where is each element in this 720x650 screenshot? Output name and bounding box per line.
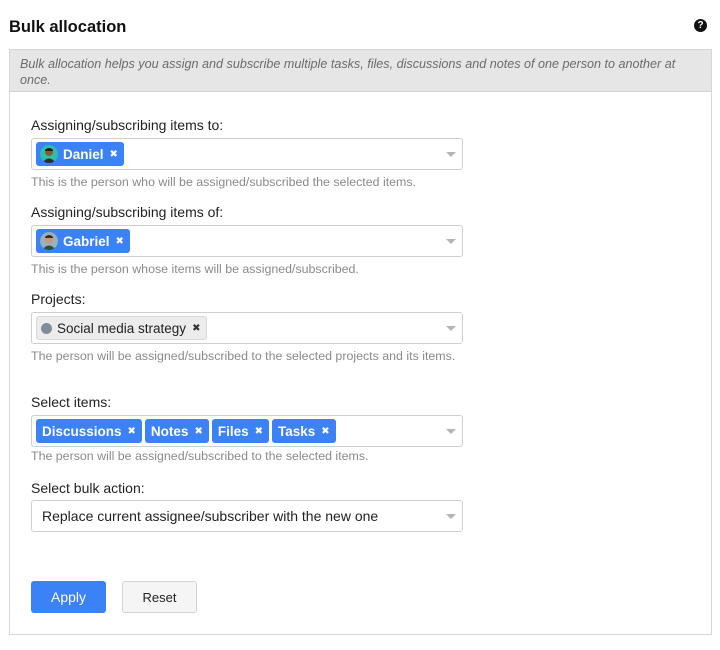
chevron-down-icon bbox=[446, 429, 456, 434]
reset-button[interactable]: Reset bbox=[122, 581, 197, 613]
chip-discussions: Discussions ✖ bbox=[36, 419, 142, 443]
chip-label: Social media strategy bbox=[57, 320, 187, 336]
chip-project: Social media strategy ✖ bbox=[36, 316, 208, 340]
remove-icon[interactable]: ✖ bbox=[192, 323, 200, 334]
assign-of-help: This is the person whose items will be a… bbox=[31, 262, 359, 276]
items-label: Select items: bbox=[31, 394, 112, 410]
chip-tasks: Tasks ✖ bbox=[271, 419, 336, 443]
chip-label: Discussions bbox=[42, 423, 122, 439]
bulk-allocation-panel: Bulk allocation helps you assign and sub… bbox=[9, 49, 712, 635]
avatar-gabriel-icon bbox=[40, 232, 58, 250]
assign-to-help: This is the person who will be assigned/… bbox=[31, 175, 416, 189]
info-banner: Bulk allocation helps you assign and sub… bbox=[10, 50, 711, 92]
chip-gabriel: Gabriel ✖ bbox=[36, 229, 130, 253]
projects-select[interactable]: Social media strategy ✖ bbox=[31, 312, 463, 344]
remove-icon[interactable]: ✖ bbox=[110, 149, 118, 160]
assign-to-label: Assigning/subscribing items to: bbox=[31, 117, 224, 133]
items-select[interactable]: Discussions ✖ Notes ✖ Files ✖ Tasks ✖ bbox=[31, 415, 463, 447]
chevron-down-icon bbox=[446, 326, 456, 331]
remove-icon[interactable]: ✖ bbox=[194, 426, 202, 437]
chevron-down-icon bbox=[446, 239, 456, 244]
project-color-dot bbox=[41, 322, 52, 334]
assign-of-label: Assigning/subscribing items of: bbox=[31, 204, 224, 220]
remove-icon[interactable]: ✖ bbox=[116, 236, 124, 247]
assign-to-select[interactable]: Daniel ✖ bbox=[31, 138, 463, 170]
remove-icon[interactable]: ✖ bbox=[128, 426, 136, 437]
remove-icon[interactable]: ✖ bbox=[255, 426, 263, 437]
apply-button[interactable]: Apply bbox=[31, 581, 106, 613]
chip-files: Files ✖ bbox=[211, 419, 269, 443]
page-header: Bulk allocation ? bbox=[9, 16, 711, 40]
question-circle-icon[interactable]: ? bbox=[694, 19, 707, 32]
items-help: The person will be assigned/subscribed t… bbox=[31, 449, 369, 463]
chip-label: Files bbox=[217, 423, 249, 439]
chevron-down-icon bbox=[446, 514, 456, 519]
remove-icon[interactable]: ✖ bbox=[321, 426, 329, 437]
projects-label: Projects: bbox=[31, 291, 86, 307]
chip-label: Gabriel bbox=[63, 233, 110, 249]
bulk-action-label: Select bulk action: bbox=[31, 480, 145, 496]
avatar-daniel-icon bbox=[40, 145, 58, 163]
bulk-action-select[interactable]: Replace current assignee/subscriber with… bbox=[31, 500, 463, 532]
bulk-action-value: Replace current assignee/subscriber with… bbox=[42, 508, 379, 524]
chip-label: Tasks bbox=[277, 423, 316, 439]
chip-label: Daniel bbox=[63, 146, 104, 162]
page-title: Bulk allocation bbox=[9, 18, 127, 36]
projects-help: The person will be assigned/subscribed t… bbox=[31, 349, 456, 363]
chevron-down-icon bbox=[446, 152, 456, 157]
chip-daniel: Daniel ✖ bbox=[36, 142, 124, 166]
assign-of-select[interactable]: Gabriel ✖ bbox=[31, 225, 463, 257]
chip-label: Notes bbox=[150, 423, 189, 439]
chip-notes: Notes ✖ bbox=[144, 419, 209, 443]
